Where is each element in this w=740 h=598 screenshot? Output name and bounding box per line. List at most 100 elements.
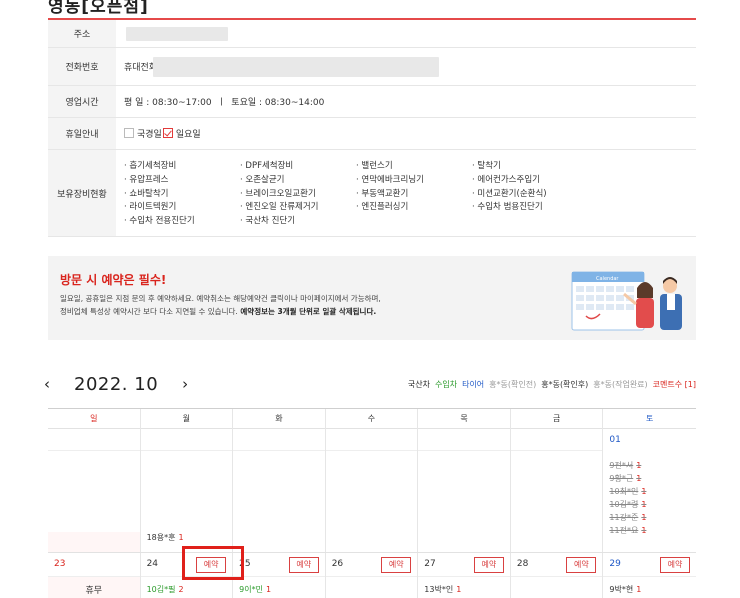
day-cell-24: 24 예약 10김*필 2 (140, 553, 234, 598)
day-cell-empty (418, 429, 511, 552)
comment-count: 1 (636, 474, 642, 483)
equipment-item: · 에어컨가스주입기 (472, 174, 540, 185)
reservation-name: 9황*근 (609, 474, 634, 483)
banner-title: 방문 시 예약은 필수! (60, 273, 167, 287)
address-row: 주소 (48, 20, 696, 48)
equipment-item: · 탈착기 (472, 161, 501, 171)
prev-month-icon[interactable]: ‹ (44, 375, 50, 393)
reservation-entry[interactable]: 9박*현 1 (603, 577, 696, 596)
holiday-note: 휴무 (48, 577, 140, 598)
reservation-name: 11전*요 (609, 526, 639, 535)
day-cell-25: 25 예약 9이*민 1 (233, 553, 326, 598)
equipment-item: · 부동액교환기 (356, 188, 409, 199)
day-cell-empty (510, 429, 604, 552)
equipment-item: · 수입차 전용진단기 (124, 216, 195, 227)
equipment-item: · 브레이크오일교환기 (240, 188, 316, 199)
comment-count: 1 (178, 533, 184, 542)
comment-count: 1 (456, 585, 462, 594)
illustration-calendar-text: Calendar (596, 276, 619, 282)
comment-count: 1 (641, 487, 647, 496)
banner-line2: 정비업체 특성상 예약시간 보다 다소 지연될 수 있습니다. 예약정보는 3개… (60, 306, 376, 317)
reserve-button[interactable]: 예약 (566, 557, 597, 573)
hours-row: 영업시간 평 일 : 08:30~17:00 ㅣ 토요일 : 08:30~14:… (48, 86, 696, 118)
comment-count: 1 (641, 526, 647, 535)
reservation-entry[interactable]: 13박*인 1 (418, 577, 510, 596)
legend-after-confirm: 홍*동(확인후) (541, 380, 589, 389)
day-cell-26: 26 예약 (325, 553, 419, 598)
reservation-notice-banner: 방문 시 예약은 필수! 일요일, 공휴일은 지점 문의 후 예약하세요. 예약… (48, 256, 696, 340)
holiday-row: 휴일안내 국경일 일요일 (48, 118, 696, 150)
comment-count: 1 (265, 585, 272, 594)
reservation-name: 9전*서 (609, 461, 634, 470)
comment-count: 1 (636, 461, 642, 470)
address-value-blurred (126, 26, 228, 41)
holiday-national-label: 국경일 (137, 130, 162, 140)
reservation-entry[interactable]: 11강*준 1 (603, 511, 696, 524)
legend-imported: 수입차 (434, 380, 458, 389)
comment-count: 1 (641, 513, 647, 522)
phone-row: 전화번호 휴대전화 (48, 48, 696, 86)
reservation-entry[interactable]: 18용*훈 1 (141, 531, 184, 544)
legend-work-done: 홍*동(작업완료) (593, 380, 648, 389)
calendar-week-2: 23 휴무 24 예약 10김*필 2 25 예약 9이*민 1 26 예약 27 예약 1… (48, 553, 696, 598)
reservation-entry[interactable]: 9전*서 1 (603, 459, 696, 472)
legend-comment-count: 코멘트수 [1] (652, 380, 696, 389)
holiday-sunday-checkbox[interactable] (162, 127, 173, 138)
reservation-entry[interactable]: 10최*인 1 (603, 485, 696, 498)
equipment-item: · 밸런스기 (356, 161, 393, 171)
reservation-name: 11강*준 (609, 513, 639, 522)
equipment-item: · 국산차 진단기 (240, 216, 296, 227)
weekday-thu: 목 (418, 409, 511, 429)
day-cell-empty (233, 429, 326, 552)
phone-value-blurred (153, 56, 440, 77)
reservation-entry[interactable]: 9황*근 1 (603, 472, 696, 485)
reservation-name: 13박*인 (424, 585, 454, 594)
equipment-item: · 미션교환기(순환식) (472, 188, 547, 199)
reservation-name: 10김*령 (609, 500, 639, 509)
reservation-entry[interactable]: 10김*필 2 (141, 577, 233, 596)
reserve-button[interactable]: 예약 (196, 557, 227, 573)
day-cell-27: 27 예약 13박*인 1 (418, 553, 511, 598)
calendar-people-illustration: Calendar (571, 271, 682, 331)
hours-value: 평 일 : 08:30~17:00 ㅣ 토요일 : 08:30~14:00 (124, 98, 325, 108)
equipment-item: · 유압프레스 (124, 174, 169, 185)
holiday-national-checkbox[interactable] (124, 127, 134, 138)
day-number: 23 (54, 559, 66, 569)
day-cell-empty (48, 429, 141, 552)
day-cell-empty: 18용*훈 1 (140, 429, 234, 552)
weekday-fri: 금 (511, 409, 604, 429)
equipment-item: · 엔진오일 잔류제거기 (240, 202, 319, 213)
address-label: 주소 (48, 20, 116, 47)
equipment-item: · 연막에바크리닝기 (356, 174, 424, 185)
weekday-sun: 일 (48, 409, 141, 429)
holiday-label: 휴일안내 (48, 118, 116, 149)
equipment-item: · 쇼바탈착기 (124, 188, 169, 199)
weekday-wed: 수 (326, 409, 419, 429)
equipment-item: · 흡기세척장비 (124, 161, 177, 171)
reserve-button[interactable]: 예약 (381, 557, 412, 573)
shop-info-table: 주소 전화번호 휴대전화 영업시간 평 일 : 08:30~17:00 ㅣ 토요… (48, 20, 696, 237)
day-cell-23: 23 휴무 (48, 553, 141, 598)
shop-title: 영동[오픈점] (48, 0, 149, 17)
equipment-row: 보유장비현황 · 흡기세척장비 · DPF세척장비 · 밸런스기 · 탈착기 ·… (48, 150, 696, 237)
reservation-entry[interactable]: 9이*민 1 (233, 577, 325, 596)
equipment-item: · 라이트텍원기 (124, 202, 177, 213)
legend-before-confirm: 홍*동(확인전) (489, 380, 537, 389)
weekday-sat: 토 (646, 414, 654, 423)
month-navigation: ‹ 2022. 10 › (44, 372, 188, 396)
equipment-label: 보유장비현황 (48, 150, 116, 236)
calendar-legend: 국산차 수입차 타이어 홍*동(확인전) 홍*동(확인후) 홍*동(작업완료) … (408, 379, 696, 390)
reservation-entry[interactable]: 11전*요 1 (603, 524, 696, 537)
day-cell-01: 01 9전*서 1 9황*근 1 10최*인 1 10김*령 1 11강*준 1 11전*… (603, 429, 696, 552)
current-month: 2022. 10 (74, 373, 159, 395)
legend-tire: 타이어 (462, 380, 485, 389)
reserve-button[interactable]: 예약 (473, 557, 504, 573)
reservation-name: 9박*현 (609, 585, 634, 594)
reserve-button[interactable]: 예약 (659, 557, 690, 573)
day-cell-empty (325, 429, 419, 552)
reservation-entry[interactable]: 10김*령 1 (603, 498, 696, 511)
banner-line1: 일요일, 공휴일은 지점 문의 후 예약하세요. 예약취소는 해당예약건 클릭이… (60, 294, 381, 303)
reserve-button[interactable]: 예약 (288, 557, 319, 573)
next-month-icon[interactable]: › (182, 375, 188, 393)
reservation-name: 18용*훈 (146, 533, 176, 542)
